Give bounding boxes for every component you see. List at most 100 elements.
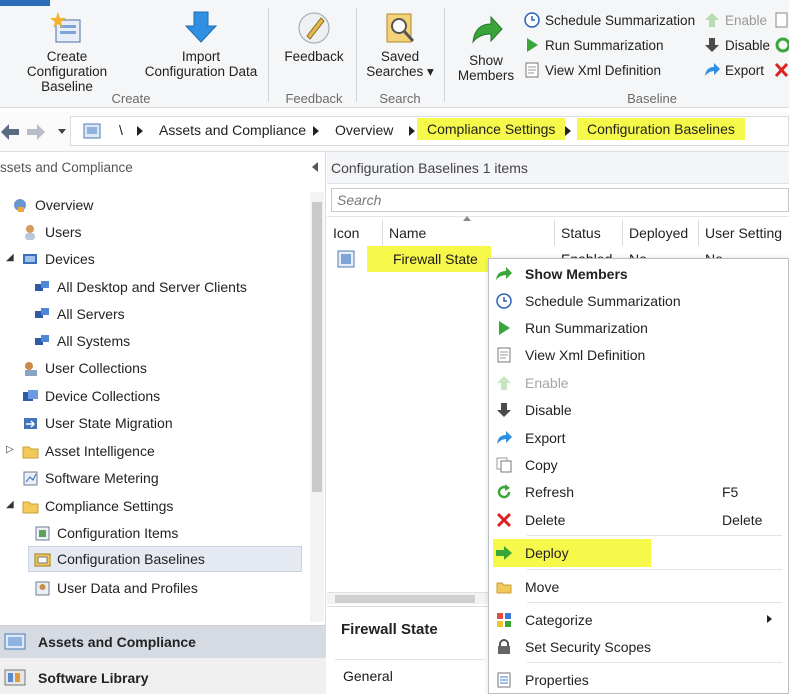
export-arrow-icon [704, 62, 720, 78]
breadcrumb-compliance-settings[interactable]: Compliance Settings [417, 118, 566, 140]
app-menu-tab[interactable] [0, 0, 50, 6]
menu-item-copy[interactable]: Copy [489, 451, 788, 478]
forward-arrow-icon[interactable] [26, 122, 46, 142]
menu-item-view-xml-definition[interactable]: View Xml Definition [489, 341, 788, 368]
collection-icon [34, 333, 51, 350]
menu-item-properties[interactable]: Properties [489, 666, 788, 693]
menu-item-refresh[interactable]: Refresh F5 [489, 478, 788, 505]
menu-item-schedule-summarization[interactable]: Schedule Summarization [489, 287, 788, 314]
list-scrollbar-thumb[interactable] [335, 595, 475, 603]
expand-arrow-icon[interactable]: ◢ [6, 499, 14, 510]
menu-item-deploy[interactable]: Deploy [489, 539, 788, 566]
run-summarization-button[interactable]: Run Summarization [524, 37, 664, 53]
tree-item-asset-intelligence[interactable]: Asset Intelligence [22, 438, 155, 464]
nav-scrollbar[interactable] [310, 192, 324, 622]
details-tab-general[interactable]: General [335, 659, 485, 693]
metering-icon [22, 470, 39, 487]
breadcrumb-root[interactable]: \ [119, 122, 123, 138]
menu-item-enable[interactable]: Enable [489, 369, 788, 396]
results-title: Configuration Baselines 1 items [331, 160, 528, 176]
menu-item-export[interactable]: Export [489, 424, 788, 451]
tree-item-configuration-baselines[interactable]: Configuration Baselines [28, 546, 302, 572]
clock-icon [524, 12, 540, 28]
delete-icon[interactable] [774, 62, 789, 78]
workspace-software-library[interactable]: Software Library [0, 662, 326, 694]
breadcrumb-configuration-baselines[interactable]: Configuration Baselines [577, 118, 745, 140]
feedback-icon [297, 10, 331, 46]
tree-item-software-metering[interactable]: Software Metering [22, 465, 159, 491]
expand-arrow-icon[interactable]: ▷ [6, 444, 14, 455]
menu-item-run-summarization[interactable]: Run Summarization [489, 314, 788, 341]
tree-item-all-desktop-and-server-clients[interactable]: All Desktop and Server Clients [34, 274, 247, 300]
row-name-cell: Firewall State [367, 246, 491, 272]
tree-item-users[interactable]: Users [22, 219, 82, 245]
play-icon [524, 37, 540, 53]
saved-searches-button[interactable]: Saved Searches ▾ [362, 10, 438, 79]
workspace-switcher: Assets and Compliance Software Library [0, 625, 326, 694]
enable-button[interactable]: Enable [704, 12, 767, 28]
column-header-status[interactable]: Status [555, 220, 623, 246]
back-arrow-icon[interactable] [0, 122, 20, 142]
column-header-name[interactable]: Name [383, 220, 555, 246]
results-header: Configuration Baselines 1 items [327, 152, 789, 184]
tree-item-user-collections[interactable]: User Collections [22, 355, 147, 381]
group-label-search: Search [379, 91, 421, 106]
create-configuration-baseline-button[interactable]: Create Configuration Baseline [0, 10, 134, 94]
migration-icon [22, 415, 39, 432]
user-collections-icon [22, 360, 39, 377]
column-header-user-setting[interactable]: User Setting [699, 220, 789, 246]
import-arrow-icon [184, 10, 218, 46]
breadcrumb-separator-icon[interactable] [313, 126, 319, 136]
refresh-icon[interactable] [774, 37, 789, 53]
import-configuration-data-button[interactable]: Import Configuration Data [140, 10, 262, 79]
menu-item-delete[interactable]: Delete Delete [489, 506, 788, 533]
history-dropdown-icon[interactable] [58, 129, 66, 134]
ribbon-divider [268, 8, 269, 102]
tree-item-compliance-settings[interactable]: Compliance Settings [22, 493, 173, 519]
nav-scrollbar-thumb[interactable] [312, 202, 322, 492]
down-arrow-icon [489, 396, 519, 423]
document-icon[interactable] [774, 12, 789, 28]
folder-icon [22, 498, 39, 515]
expand-arrow-icon[interactable]: ◢ [6, 252, 14, 263]
breadcrumb-separator-icon[interactable] [137, 126, 143, 136]
disable-button[interactable]: Disable [704, 37, 770, 53]
collapse-pane-icon[interactable] [312, 162, 318, 172]
tree-item-devices[interactable]: Devices [22, 246, 95, 272]
clock-icon [489, 287, 519, 314]
tree-item-configuration-items[interactable]: Configuration Items [34, 520, 178, 546]
column-header-deployed[interactable]: Deployed [623, 220, 699, 246]
breadcrumb-assets-and-compliance[interactable]: Assets and Compliance [159, 122, 306, 138]
tree-item-user-data-and-profiles[interactable]: User Data and Profiles [34, 575, 198, 601]
green-arrow-icon [469, 14, 503, 50]
down-arrow-icon [704, 37, 720, 53]
schedule-summarization-button[interactable]: Schedule Summarization [524, 12, 695, 28]
breadcrumb-separator-icon[interactable] [565, 126, 571, 136]
search-input[interactable]: Search [331, 188, 789, 212]
show-members-button[interactable]: Show Members [452, 14, 520, 83]
tree-item-device-collections[interactable]: Device Collections [22, 383, 160, 409]
breadcrumb-separator-icon[interactable] [409, 126, 415, 136]
search-placeholder: Search [337, 192, 382, 208]
workspace-assets-and-compliance[interactable]: Assets and Compliance [0, 626, 326, 658]
breadcrumb-overview[interactable]: Overview [335, 122, 393, 138]
profile-icon [34, 580, 51, 597]
menu-item-disable[interactable]: Disable [489, 396, 788, 423]
refresh-icon [489, 478, 519, 505]
menu-separator [527, 662, 782, 663]
export-button[interactable]: Export [704, 62, 764, 78]
view-xml-definition-button[interactable]: View Xml Definition [524, 62, 661, 78]
tree-item-all-servers[interactable]: All Servers [34, 301, 125, 327]
tree-item-all-systems[interactable]: All Systems [34, 328, 130, 354]
menu-item-categorize[interactable]: Categorize [489, 606, 788, 633]
menu-item-set-security-scopes[interactable]: Set Security Scopes [489, 633, 788, 660]
user-icon [22, 224, 39, 241]
feedback-button[interactable]: Feedback [276, 10, 352, 64]
menu-item-move[interactable]: Move [489, 573, 788, 600]
group-label-feedback: Feedback [285, 91, 343, 106]
column-header-icon[interactable]: Icon [327, 220, 383, 246]
tree-item-user-state-migration[interactable]: User State Migration [22, 410, 173, 436]
details-title: Firewall State [341, 621, 438, 638]
menu-item-show-members[interactable]: Show Members [489, 260, 788, 287]
tree-item-overview[interactable]: Overview [12, 192, 93, 218]
